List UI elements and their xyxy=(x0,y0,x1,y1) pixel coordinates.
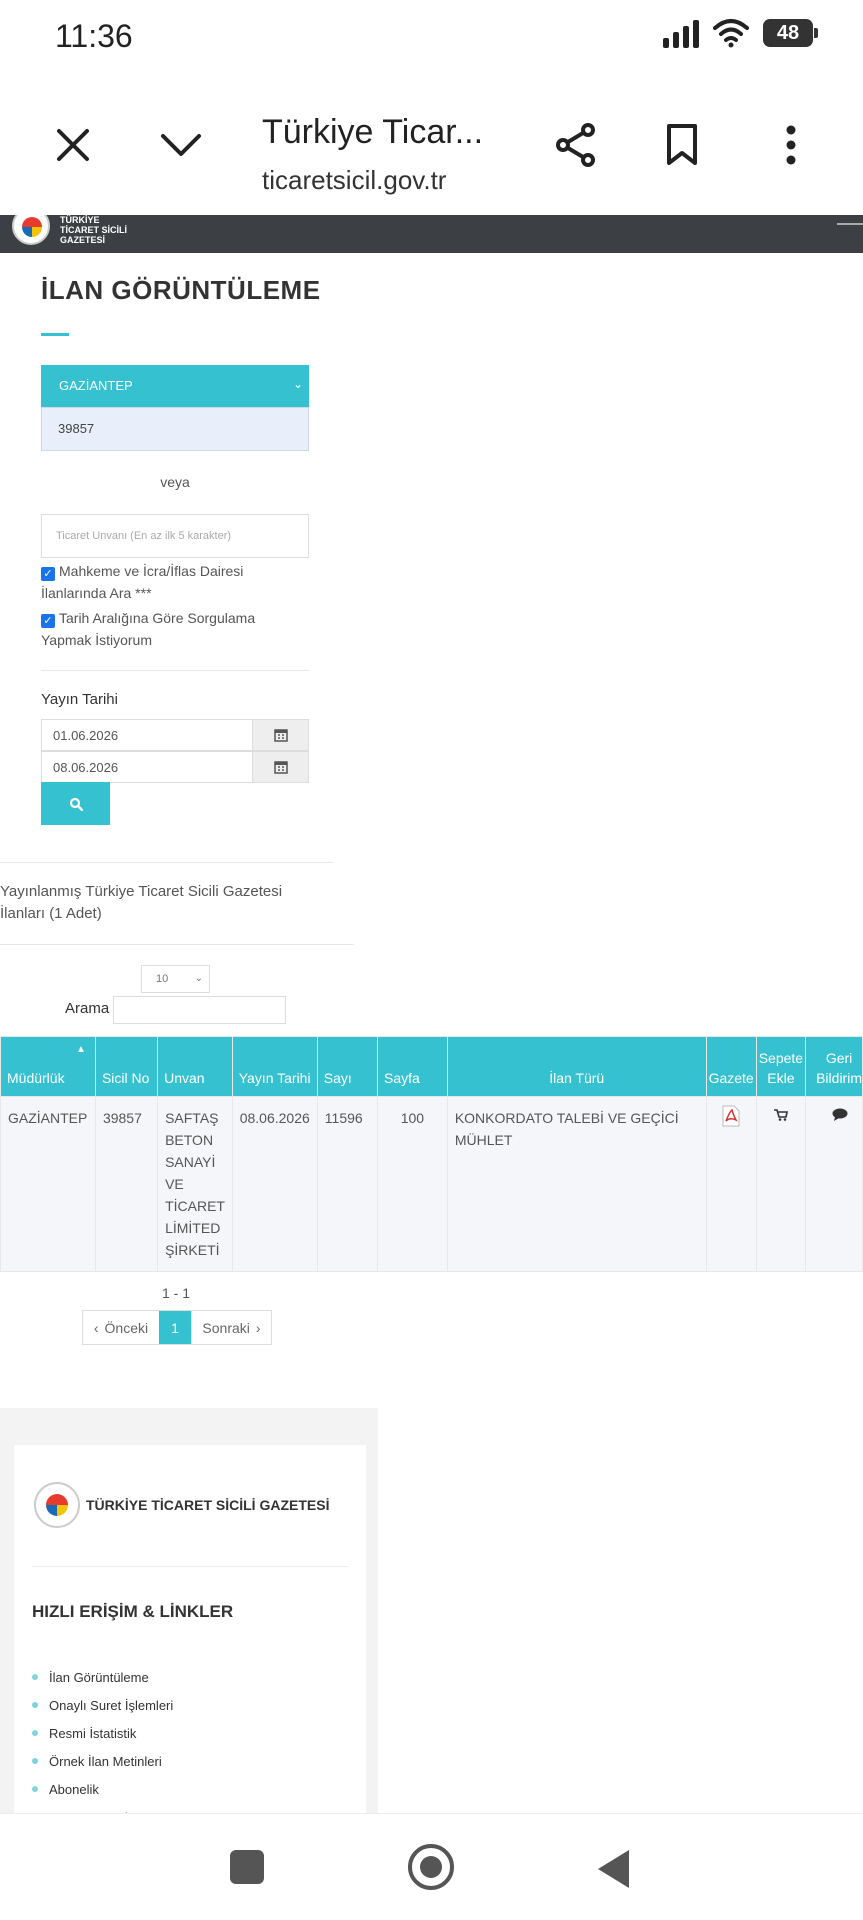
chevron-left-icon: ‹ xyxy=(93,1319,99,1336)
column-header-sayi[interactable]: Sayı xyxy=(316,1036,379,1097)
battery-icon: 48 xyxy=(763,19,818,47)
table-header-row: Müdürlük Sicil No Unvan Yayın Tarihi Say… xyxy=(0,1036,863,1097)
page-title: İLAN GÖRÜNTÜLEME xyxy=(41,275,321,305)
table-search-input[interactable] xyxy=(113,996,286,1024)
divider xyxy=(0,862,333,863)
search-icon xyxy=(69,797,83,811)
browser-url[interactable]: ticaretsicil.gov.tr xyxy=(262,165,446,196)
cell-mudurluk: GAZİANTEP xyxy=(0,1096,96,1272)
cart-icon[interactable] xyxy=(773,1109,788,1121)
status-time: 11:36 xyxy=(55,18,133,54)
column-header-geri-bildirim: Geri Bildirim xyxy=(805,1036,863,1097)
signal-icon xyxy=(663,18,699,48)
footer-link-ilan-goruntuleme[interactable]: İlan Görüntüleme xyxy=(32,1663,173,1691)
more-options-icon[interactable] xyxy=(751,75,831,215)
cell-sepete-ekle xyxy=(755,1096,807,1272)
mudurluk-select[interactable]: GAZİANTEP ⌄ xyxy=(41,365,309,407)
comment-icon[interactable] xyxy=(832,1108,848,1121)
previous-page-button[interactable]: ‹ Önceki xyxy=(83,1311,159,1344)
footer-link-ornek-ilan[interactable]: Örnek İlan Metinleri xyxy=(32,1747,173,1775)
recents-button[interactable] xyxy=(230,1850,264,1884)
chevron-down-icon[interactable] xyxy=(141,75,221,215)
date-range-checkbox[interactable]: ✓ xyxy=(41,614,55,628)
footer-brand: TÜRKİYE TİCARET SİCİLİ GAZETESİ xyxy=(86,1497,330,1513)
bookmark-icon[interactable] xyxy=(642,75,722,215)
court-announcements-checkbox[interactable]: ✓ xyxy=(41,567,55,581)
footer-heading: HIZLI ERİŞİM & LİNKLER xyxy=(32,1602,234,1621)
browser-toolbar: Türkiye Ticar... ticaretsicil.gov.tr xyxy=(0,75,863,215)
column-header-sepete-ekle: Sepete Ekle xyxy=(755,1036,807,1097)
column-header-sicil-no[interactable]: Sicil No xyxy=(94,1036,159,1097)
wifi-icon xyxy=(713,19,749,48)
results-summary: Yayınlanmış Türkiye Ticaret Sicili Gazet… xyxy=(0,883,283,922)
status-icons: 48 xyxy=(663,18,818,48)
chevron-right-icon: › xyxy=(255,1319,261,1336)
home-button[interactable] xyxy=(408,1844,454,1890)
pagination-info: 1 - 1 xyxy=(162,1285,191,1301)
page-1-button[interactable]: 1 xyxy=(159,1311,191,1344)
divider xyxy=(32,1566,348,1567)
divider xyxy=(0,944,354,945)
cell-geri-bildirim xyxy=(805,1096,863,1272)
system-nav-bar xyxy=(0,1813,863,1920)
chevron-down-icon: ⌄ xyxy=(292,377,303,391)
or-separator: veya xyxy=(160,474,190,490)
calendar-icon[interactable] xyxy=(252,752,308,782)
sort-asc-icon: ▲ xyxy=(76,1044,86,1055)
date-range-option: ✓ Tarih Aralığına Göre Sorgulama Yapmak İ… xyxy=(41,610,256,648)
cell-gazete xyxy=(705,1096,757,1272)
footer-link-resmi-istatistik[interactable]: Resmi İstatistik xyxy=(32,1719,173,1747)
footer-logo-icon[interactable] xyxy=(34,1482,80,1528)
table-row: GAZİANTEP 39857 SAFTAŞ BETON SANAYİ VE T… xyxy=(0,1096,863,1272)
date-to-field[interactable]: 08.06.2026 xyxy=(41,751,309,783)
menu-toggle-button[interactable] xyxy=(837,215,863,225)
title-underline xyxy=(41,333,69,336)
search-label: Arama xyxy=(65,1000,110,1017)
pagination: ‹ Önceki 1 Sonraki › xyxy=(82,1310,272,1345)
court-announcements-option: ✓ Mahkeme ve İcra/İflas Dairesi İlanların… xyxy=(41,563,244,601)
column-header-sayfa[interactable]: Sayfa xyxy=(377,1036,448,1097)
search-button[interactable] xyxy=(41,782,110,825)
footer-link-onayli-suret[interactable]: Onaylı Suret İşlemleri xyxy=(32,1691,173,1719)
cell-unvan: SAFTAŞ BETON SANAYİ VE TİCARET LİMİTED Ş… xyxy=(157,1096,233,1272)
footer-link-abonelik[interactable]: Abonelik xyxy=(32,1775,173,1803)
divider xyxy=(41,670,309,671)
date-from-field[interactable]: 01.06.2026 xyxy=(41,719,309,751)
browser-page-title: Türkiye Ticar... xyxy=(262,113,484,151)
cell-ilan-turu: KONKORDATO TALEBİ VE GEÇİCİ MÜHLET xyxy=(446,1096,707,1272)
next-page-button[interactable]: Sonraki › xyxy=(191,1311,271,1344)
cell-sayi: 11596 xyxy=(316,1096,379,1272)
column-header-yayin-tarihi[interactable]: Yayın Tarihi xyxy=(231,1036,318,1097)
cell-sicil-no: 39857 xyxy=(94,1096,159,1272)
cell-sayfa: 100 xyxy=(377,1096,448,1272)
calendar-icon[interactable] xyxy=(252,720,308,750)
chevron-down-icon: ⌄ xyxy=(194,973,203,984)
share-icon[interactable] xyxy=(536,75,616,215)
column-header-gazete: Gazete xyxy=(705,1036,757,1097)
site-header-brand: TÜRKİYE TİCARET SİCİLİ GAZETESİ xyxy=(60,215,127,245)
date-label: Yayın Tarihi xyxy=(41,691,118,708)
unvan-input[interactable]: Ticaret Unvanı (En az ilk 5 karakter) xyxy=(41,514,309,558)
column-header-ilan-turu[interactable]: İlan Türü xyxy=(446,1036,707,1097)
site-header: TÜRKİYE TİCARET SİCİLİ GAZETESİ xyxy=(0,215,863,253)
quick-links: İlan Görüntüleme Onaylı Suret İşlemleri … xyxy=(32,1663,173,1831)
pdf-icon[interactable] xyxy=(721,1105,741,1127)
sicil-no-input[interactable]: 39857 xyxy=(41,407,309,451)
site-logo-icon[interactable] xyxy=(12,215,50,245)
cell-yayin-tarihi: 08.06.2026 xyxy=(231,1096,318,1272)
back-button[interactable] xyxy=(598,1850,629,1888)
status-bar: 11:36 48 xyxy=(0,0,863,75)
column-header-unvan[interactable]: Unvan xyxy=(157,1036,233,1097)
results-table: Müdürlük Sicil No Unvan Yayın Tarihi Say… xyxy=(0,1036,863,1272)
page-length-select[interactable]: 10 ⌄ xyxy=(141,965,210,993)
close-icon[interactable] xyxy=(33,75,113,215)
